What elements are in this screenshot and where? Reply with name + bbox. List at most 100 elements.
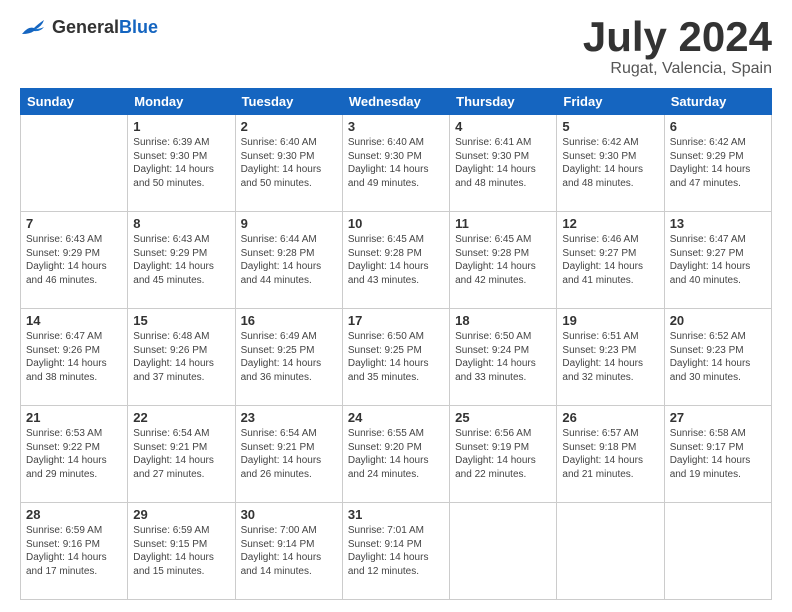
calendar-cell [557,503,664,600]
calendar-week-row-2: 7 Sunrise: 6:43 AM Sunset: 9:29 PM Daylig… [21,212,772,309]
day-number: 15 [133,313,229,328]
day-info: Sunrise: 6:39 AM Sunset: 9:30 PM Dayligh… [133,136,229,190]
day-info: Sunrise: 6:55 AM Sunset: 9:20 PM Dayligh… [348,427,444,481]
day-info: Sunrise: 7:01 AM Sunset: 9:14 PM Dayligh… [348,524,444,578]
day-info: Sunrise: 6:57 AM Sunset: 9:18 PM Dayligh… [562,427,658,481]
day-number: 16 [241,313,337,328]
day-info: Sunrise: 6:53 AM Sunset: 9:22 PM Dayligh… [26,427,122,481]
day-info: Sunrise: 6:43 AM Sunset: 9:29 PM Dayligh… [26,233,122,287]
calendar-cell: 2Sunrise: 6:40 AM Sunset: 9:30 PM Daylig… [235,115,342,212]
calendar-cell: 4 Sunrise: 6:41 AM Sunset: 9:30 PM Daylig… [450,115,557,212]
calendar-cell: 21 Sunrise: 6:53 AM Sunset: 9:22 PM Dayli… [21,406,128,503]
calendar-cell: 6Sunrise: 6:42 AM Sunset: 9:29 PM Daylig… [664,115,771,212]
calendar-week-row-1: 1 Sunrise: 6:39 AM Sunset: 9:30 PM Daylig… [21,115,772,212]
logo-general: General [52,17,119,37]
day-info: Sunrise: 6:41 AM Sunset: 9:30 PM Dayligh… [455,136,551,190]
col-wednesday: Wednesday [342,89,449,115]
calendar-week-row-5: 28 Sunrise: 6:59 AM Sunset: 9:16 PM Dayli… [21,503,772,600]
day-info: Sunrise: 6:40 AM Sunset: 9:30 PM Dayligh… [241,136,337,190]
page: GeneralBlue July 2024 Rugat, Valencia, S… [0,0,792,612]
title-area: July 2024 Rugat, Valencia, Spain [583,16,772,78]
day-number: 1 [133,119,229,134]
day-info: Sunrise: 6:46 AM Sunset: 9:27 PM Dayligh… [562,233,658,287]
col-friday: Friday [557,89,664,115]
calendar-cell: 27 Sunrise: 6:58 AM Sunset: 9:17 PM Dayli… [664,406,771,503]
col-thursday: Thursday [450,89,557,115]
logo-text: GeneralBlue [52,17,158,38]
day-number: 31 [348,507,444,522]
month-title: July 2024 [583,16,772,58]
col-monday: Monday [128,89,235,115]
calendar-cell: 23 Sunrise: 6:54 AM Sunset: 9:21 PM Dayli… [235,406,342,503]
day-info: Sunrise: 6:45 AM Sunset: 9:28 PM Dayligh… [348,233,444,287]
day-number: 13 [670,216,766,231]
calendar-cell: 7 Sunrise: 6:43 AM Sunset: 9:29 PM Daylig… [21,212,128,309]
calendar-cell: 25 Sunrise: 6:56 AM Sunset: 9:19 PM Dayli… [450,406,557,503]
day-number: 8 [133,216,229,231]
calendar-cell: 1 Sunrise: 6:39 AM Sunset: 9:30 PM Daylig… [128,115,235,212]
calendar-cell: 22 Sunrise: 6:54 AM Sunset: 9:21 PM Dayli… [128,406,235,503]
col-saturday: Saturday [664,89,771,115]
day-number: 19 [562,313,658,328]
day-number: 28 [26,507,122,522]
day-info: Sunrise: 6:59 AM Sunset: 9:16 PM Dayligh… [26,524,122,578]
day-number: 20 [670,313,766,328]
calendar-cell: 9Sunrise: 6:44 AM Sunset: 9:28 PM Daylig… [235,212,342,309]
location: Rugat, Valencia, Spain [583,60,772,78]
calendar-cell: 18Sunrise: 6:50 AM Sunset: 9:24 PM Dayli… [450,309,557,406]
day-number: 21 [26,410,122,425]
calendar-cell: 8 Sunrise: 6:43 AM Sunset: 9:29 PM Daylig… [128,212,235,309]
calendar-body: 1 Sunrise: 6:39 AM Sunset: 9:30 PM Daylig… [21,115,772,600]
calendar-week-row-4: 21 Sunrise: 6:53 AM Sunset: 9:22 PM Dayli… [21,406,772,503]
calendar-cell: 24Sunrise: 6:55 AM Sunset: 9:20 PM Dayli… [342,406,449,503]
day-info: Sunrise: 6:51 AM Sunset: 9:23 PM Dayligh… [562,330,658,384]
day-number: 12 [562,216,658,231]
day-info: Sunrise: 6:50 AM Sunset: 9:24 PM Dayligh… [455,330,551,384]
day-info: Sunrise: 6:44 AM Sunset: 9:28 PM Dayligh… [241,233,337,287]
day-number: 23 [241,410,337,425]
day-number: 27 [670,410,766,425]
day-info: Sunrise: 6:47 AM Sunset: 9:27 PM Dayligh… [670,233,766,287]
day-info: Sunrise: 6:56 AM Sunset: 9:19 PM Dayligh… [455,427,551,481]
calendar-cell: 20 Sunrise: 6:52 AM Sunset: 9:23 PM Dayli… [664,309,771,406]
day-number: 25 [455,410,551,425]
logo-blue: Blue [119,17,158,37]
logo-bird-icon [20,16,48,38]
day-number: 10 [348,216,444,231]
calendar-cell: 10 Sunrise: 6:45 AM Sunset: 9:28 PM Dayli… [342,212,449,309]
calendar-cell: 17 Sunrise: 6:50 AM Sunset: 9:25 PM Dayli… [342,309,449,406]
day-number: 7 [26,216,122,231]
calendar-cell: 31 Sunrise: 7:01 AM Sunset: 9:14 PM Dayli… [342,503,449,600]
day-info: Sunrise: 6:45 AM Sunset: 9:28 PM Dayligh… [455,233,551,287]
calendar-cell: 29Sunrise: 6:59 AM Sunset: 9:15 PM Dayli… [128,503,235,600]
calendar-cell [21,115,128,212]
day-number: 4 [455,119,551,134]
calendar-cell [664,503,771,600]
day-info: Sunrise: 6:54 AM Sunset: 9:21 PM Dayligh… [241,427,337,481]
day-info: Sunrise: 6:58 AM Sunset: 9:17 PM Dayligh… [670,427,766,481]
day-number: 17 [348,313,444,328]
header: GeneralBlue July 2024 Rugat, Valencia, S… [20,16,772,78]
calendar-header-row: Sunday Monday Tuesday Wednesday Thursday… [21,89,772,115]
day-info: Sunrise: 6:40 AM Sunset: 9:30 PM Dayligh… [348,136,444,190]
calendar-cell: 28 Sunrise: 6:59 AM Sunset: 9:16 PM Dayli… [21,503,128,600]
day-number: 22 [133,410,229,425]
day-info: Sunrise: 6:49 AM Sunset: 9:25 PM Dayligh… [241,330,337,384]
day-info: Sunrise: 6:54 AM Sunset: 9:21 PM Dayligh… [133,427,229,481]
calendar-cell: 11 Sunrise: 6:45 AM Sunset: 9:28 PM Dayli… [450,212,557,309]
logo: GeneralBlue [20,16,158,38]
day-info: Sunrise: 6:50 AM Sunset: 9:25 PM Dayligh… [348,330,444,384]
calendar-cell: 19 Sunrise: 6:51 AM Sunset: 9:23 PM Dayli… [557,309,664,406]
day-info: Sunrise: 6:43 AM Sunset: 9:29 PM Dayligh… [133,233,229,287]
calendar-cell [450,503,557,600]
day-number: 29 [133,507,229,522]
day-info: Sunrise: 6:42 AM Sunset: 9:29 PM Dayligh… [670,136,766,190]
day-number: 26 [562,410,658,425]
calendar-cell: 14Sunrise: 6:47 AM Sunset: 9:26 PM Dayli… [21,309,128,406]
calendar-cell: 30Sunrise: 7:00 AM Sunset: 9:14 PM Dayli… [235,503,342,600]
day-number: 11 [455,216,551,231]
col-tuesday: Tuesday [235,89,342,115]
calendar-cell: 12 Sunrise: 6:46 AM Sunset: 9:27 PM Dayli… [557,212,664,309]
calendar-cell: 3Sunrise: 6:40 AM Sunset: 9:30 PM Daylig… [342,115,449,212]
day-info: Sunrise: 6:52 AM Sunset: 9:23 PM Dayligh… [670,330,766,384]
